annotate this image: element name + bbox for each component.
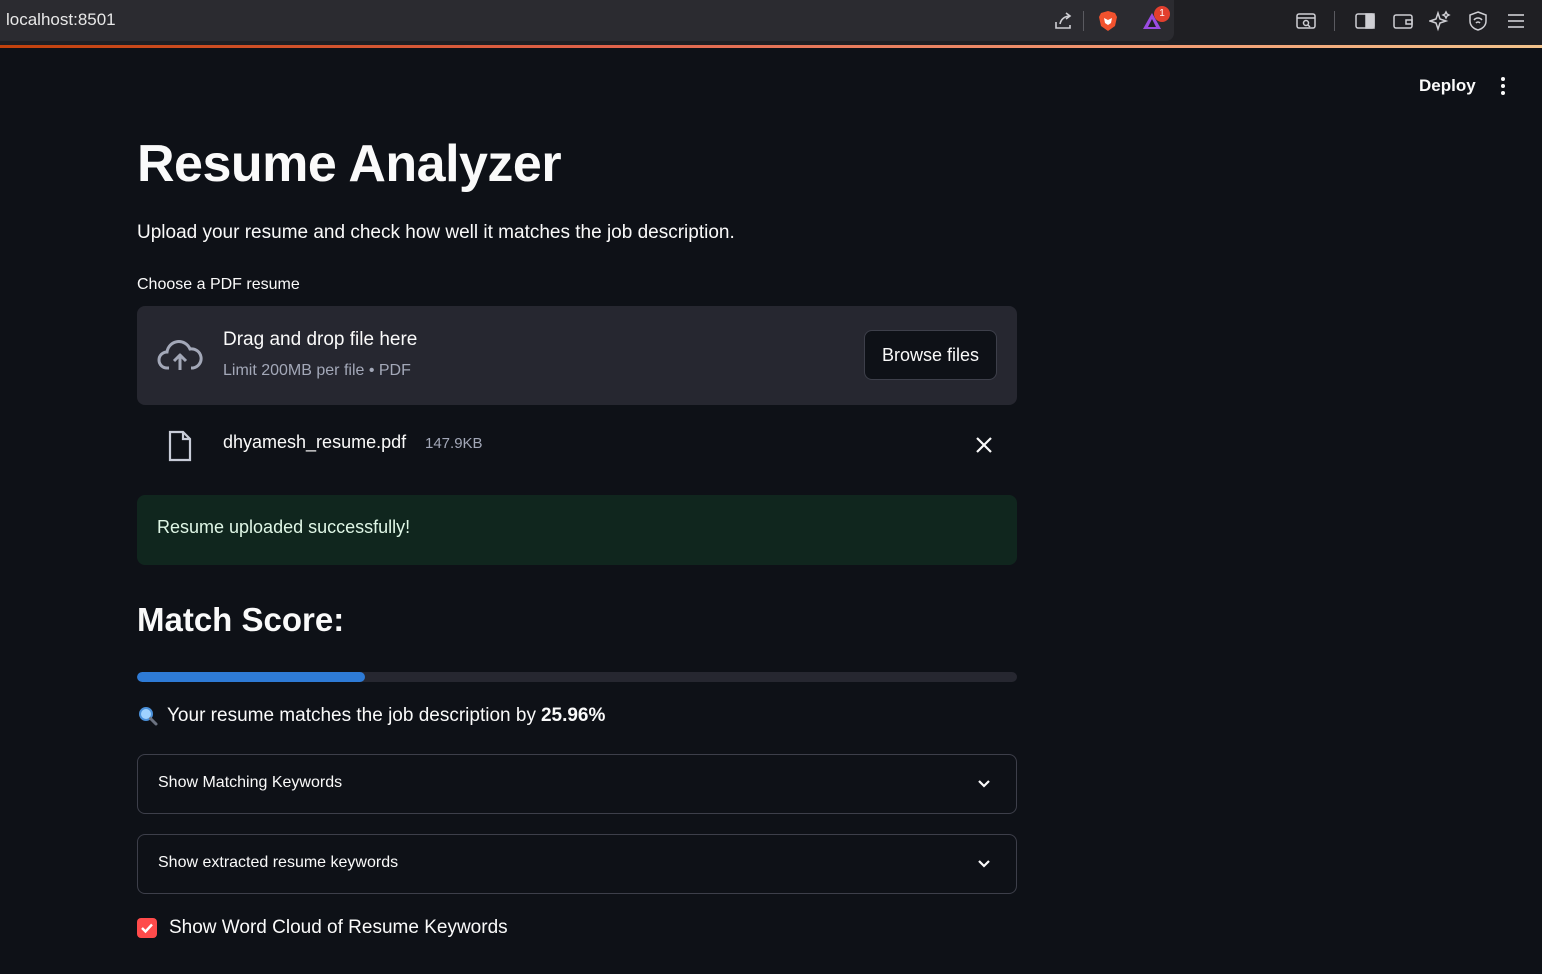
match-progress-bar <box>137 672 1017 682</box>
chevron-down-icon <box>974 853 994 873</box>
checkbox-label: Show Word Cloud of Resume Keywords <box>169 917 508 938</box>
browser-toolbar: localhost:8501 1 <box>0 0 1542 46</box>
magnifying-glass-icon <box>137 705 159 727</box>
notification-badge: 1 <box>1154 6 1170 22</box>
cloud-upload-icon <box>157 336 203 376</box>
main-menu-icon[interactable] <box>1493 74 1513 98</box>
vpn-shield-icon[interactable] <box>1465 8 1491 34</box>
dropzone-instructions: Drag and drop file here <box>223 329 418 350</box>
share-icon[interactable] <box>1050 8 1076 34</box>
url-text[interactable]: localhost:8501 <box>6 10 116 30</box>
expander-label: Show Matching Keywords <box>158 774 343 791</box>
menu-icon[interactable] <box>1503 8 1529 34</box>
sidebar-toggle-icon[interactable] <box>1352 8 1378 34</box>
leo-ai-icon[interactable] <box>1427 8 1453 34</box>
uploaded-file-name: dhyamesh_resume.pdf <box>223 432 407 452</box>
word-cloud-checkbox[interactable]: Show Word Cloud of Resume Keywords <box>137 914 508 942</box>
page-subtitle: Upload your resume and check how well it… <box>137 222 735 243</box>
expander-label: Show extracted resume keywords <box>158 854 399 871</box>
match-result-line: Your resume matches the job description … <box>137 705 605 727</box>
expander-matching-keywords[interactable]: Show Matching Keywords <box>137 754 1017 814</box>
divider <box>1083 11 1084 31</box>
uploader-label: Choose a PDF resume <box>137 276 300 293</box>
address-bar[interactable]: localhost:8501 1 <box>0 0 1174 41</box>
uploaded-file-size: 147.9KB <box>425 435 483 452</box>
match-percent: 25.96% <box>540 705 606 726</box>
dropzone-limit: Limit 200MB per file • PDF <box>223 362 411 379</box>
success-alert: Resume uploaded successfully! <box>137 495 1017 565</box>
page-title: Resume Analyzer <box>137 135 562 193</box>
wallet-icon[interactable] <box>1390 8 1416 34</box>
chevron-down-icon <box>974 773 994 793</box>
file-dropzone[interactable]: Drag and drop file here Limit 200MB per … <box>137 306 1017 405</box>
expander-extracted-keywords[interactable]: Show extracted resume keywords <box>137 834 1017 894</box>
match-progress-fill <box>137 672 366 682</box>
file-icon <box>167 430 193 462</box>
tab-search-icon[interactable] <box>1293 8 1319 34</box>
streamlit-app: Deploy Resume Analyzer Upload your resum… <box>0 48 1542 974</box>
brave-shield-icon[interactable] <box>1095 8 1121 34</box>
browse-files-button[interactable]: Browse files <box>864 330 997 380</box>
checkbox-checked-icon[interactable] <box>137 918 157 938</box>
deploy-button[interactable]: Deploy <box>1419 76 1476 96</box>
match-score-heading: Match Score: <box>137 601 345 638</box>
remove-file-close-icon[interactable] <box>971 432 997 458</box>
success-message: Resume uploaded successfully! <box>157 517 411 537</box>
divider <box>1334 11 1335 31</box>
uploaded-file-row: dhyamesh_resume.pdf 147.9KB <box>137 418 1017 470</box>
match-result-text: Your resume matches the job description … <box>167 705 536 726</box>
